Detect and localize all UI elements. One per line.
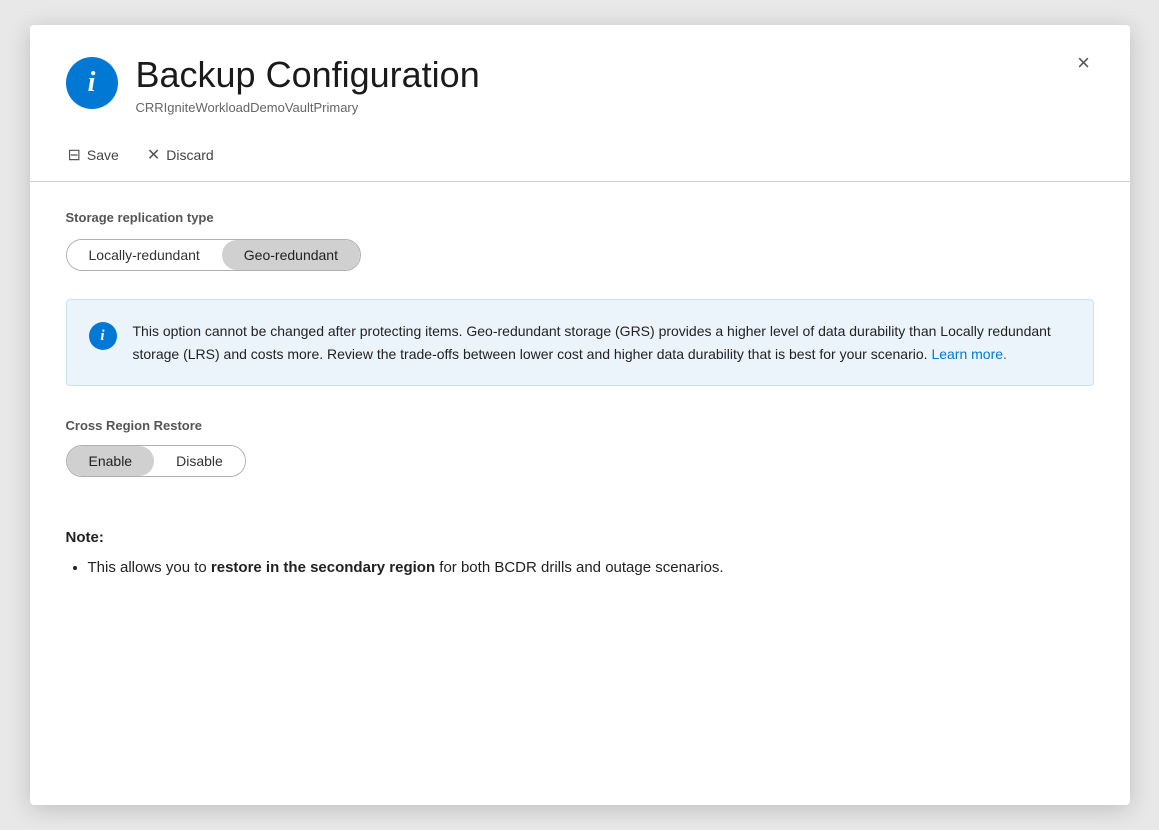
close-icon: × <box>1077 50 1090 76</box>
dialog-subtitle: CRRIgniteWorkloadDemoVaultPrimary <box>136 100 1094 115</box>
learn-more-link[interactable]: Learn more. <box>931 346 1006 362</box>
toggle-crr-enable[interactable]: Enable <box>67 446 155 476</box>
crr-section: Cross Region Restore Enable Disable <box>66 418 1094 505</box>
header-text: Backup Configuration CRRIgniteWorkloadDe… <box>136 53 1094 115</box>
discard-icon: ✕ <box>147 145 160 165</box>
close-button[interactable]: × <box>1066 45 1102 81</box>
note-text-before: This allows you to <box>88 559 211 576</box>
toolbar: ⊟ Save ✕ Discard <box>30 131 1130 181</box>
note-label: Note: <box>66 529 1094 546</box>
toggle-locally-redundant[interactable]: Locally-redundant <box>67 240 222 270</box>
toggle-crr-disable[interactable]: Disable <box>154 446 245 476</box>
header-info-icon: i <box>66 57 118 109</box>
crr-toggle-group: Enable Disable <box>66 445 246 477</box>
note-text-bold: restore in the secondary region <box>211 559 435 576</box>
note-text-after: for both BCDR drills and outage scenario… <box>435 559 723 576</box>
note-item: This allows you to restore in the second… <box>88 556 1094 580</box>
save-label: Save <box>87 147 119 163</box>
discard-label: Discard <box>166 147 213 163</box>
dialog-header: i Backup Configuration CRRIgniteWorkload… <box>30 25 1130 131</box>
backup-configuration-dialog: i Backup Configuration CRRIgniteWorkload… <box>30 25 1130 805</box>
toggle-geo-redundant[interactable]: Geo-redundant <box>222 240 360 270</box>
crr-section-label: Cross Region Restore <box>66 418 1094 433</box>
save-button[interactable]: ⊟ Save <box>66 141 121 169</box>
info-box-main-text: This option cannot be changed after prot… <box>133 323 1051 361</box>
storage-toggle-group: Locally-redundant Geo-redundant <box>66 239 361 271</box>
discard-button[interactable]: ✕ Discard <box>145 141 216 169</box>
note-list: This allows you to restore in the second… <box>66 556 1094 580</box>
storage-section-label: Storage replication type <box>66 210 1094 225</box>
info-box: i This option cannot be changed after pr… <box>66 299 1094 386</box>
note-section: Note: This allows you to restore in the … <box>66 529 1094 580</box>
info-box-text: This option cannot be changed after prot… <box>133 320 1071 365</box>
save-icon: ⊟ <box>68 145 81 165</box>
dialog-body: Storage replication type Locally-redunda… <box>30 182 1130 608</box>
info-box-icon: i <box>89 322 117 350</box>
dialog-title: Backup Configuration <box>136 53 1094 96</box>
